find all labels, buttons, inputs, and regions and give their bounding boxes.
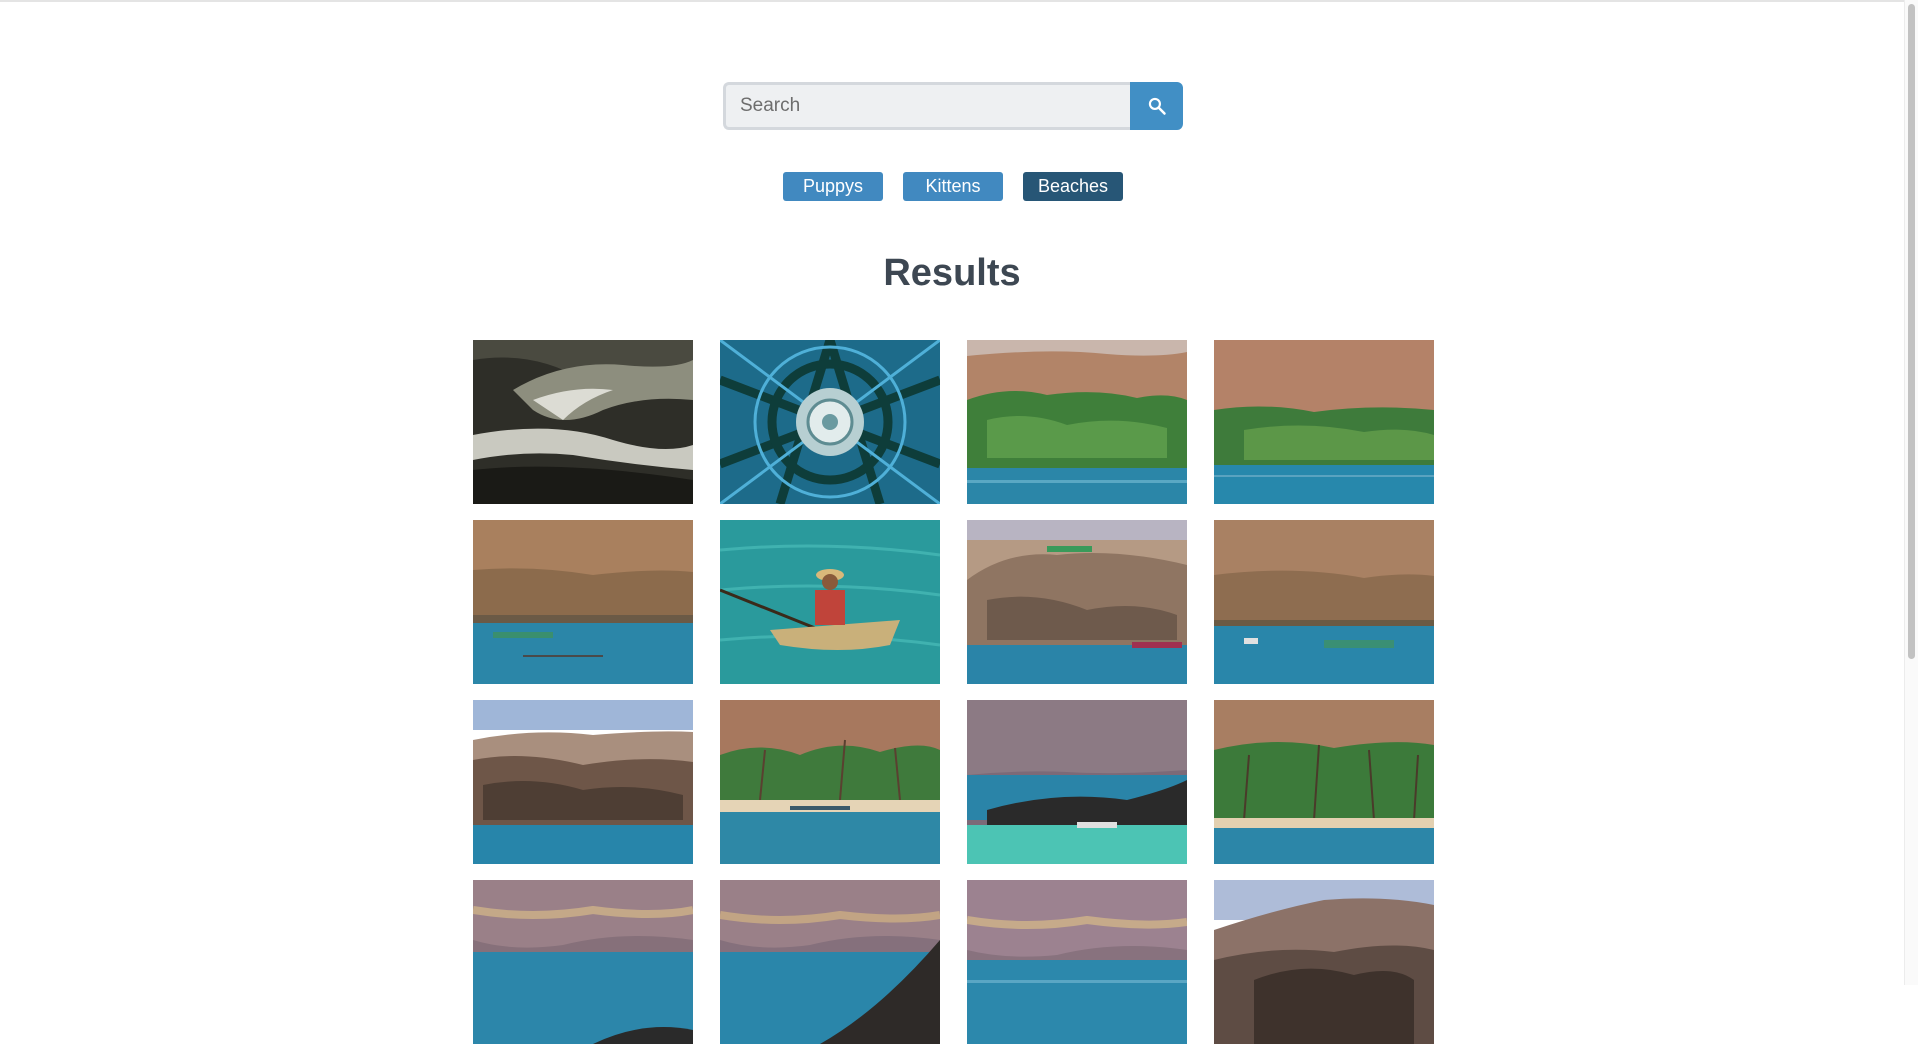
result-image[interactable] <box>473 520 693 684</box>
tag-puppys-button[interactable]: Puppys <box>783 172 883 201</box>
result-image[interactable] <box>967 520 1187 684</box>
result-image[interactable] <box>1214 340 1434 504</box>
tag-beaches-button[interactable]: Beaches <box>1023 172 1123 201</box>
tag-kittens-button[interactable]: Kittens <box>903 172 1003 201</box>
page: Puppys Kittens Beaches Results <box>0 0 1904 1044</box>
result-image[interactable] <box>1214 520 1434 684</box>
scrollbar-thumb[interactable] <box>1908 4 1915 659</box>
result-image[interactable] <box>720 520 940 684</box>
result-image[interactable] <box>473 340 693 504</box>
vertical-scrollbar[interactable] <box>1904 0 1918 985</box>
result-image[interactable] <box>473 700 693 864</box>
result-image[interactable] <box>967 700 1187 864</box>
category-tags: Puppys Kittens Beaches <box>783 172 1123 201</box>
result-image[interactable] <box>967 880 1187 1044</box>
result-image[interactable] <box>473 880 693 1044</box>
search-input[interactable] <box>723 82 1130 130</box>
result-image[interactable] <box>720 340 940 504</box>
search-bar <box>723 82 1183 130</box>
results-grid <box>473 340 1434 1044</box>
result-image[interactable] <box>967 340 1187 504</box>
result-image[interactable] <box>720 880 940 1044</box>
result-image[interactable] <box>1214 700 1434 864</box>
results-title: Results <box>883 252 1021 294</box>
search-button[interactable] <box>1130 82 1183 130</box>
result-image[interactable] <box>720 700 940 864</box>
search-icon <box>1148 97 1166 115</box>
result-image[interactable] <box>1214 880 1434 1044</box>
